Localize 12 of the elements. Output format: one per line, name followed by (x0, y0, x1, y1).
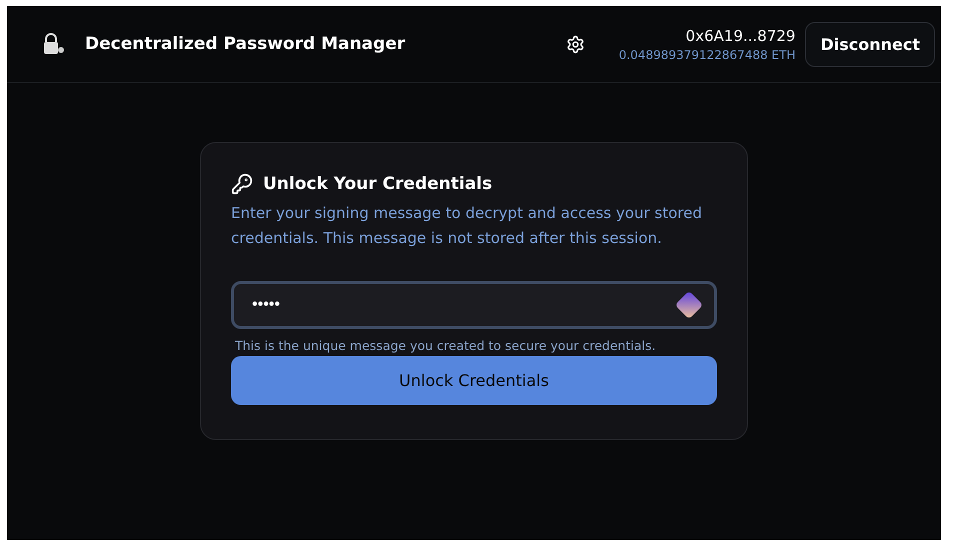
wallet-balance: 0.048989379122867488 ETH (618, 48, 796, 62)
settings-icon[interactable] (566, 34, 585, 54)
key-icon (231, 173, 253, 195)
signing-message-field[interactable]: ••••• (231, 281, 717, 329)
padlock-icon (41, 32, 65, 56)
unlock-button[interactable]: Unlock Credentials (231, 356, 717, 405)
field-hint: This is the unique message you created to secure your credentials. (235, 338, 657, 353)
card-title: Unlock Your Credentials (263, 174, 492, 194)
card-description: Enter your signing message to decrypt and access your stored credentials. This message is not stored after this session. (231, 203, 703, 249)
disconnect-button[interactable]: Disconnect (805, 22, 935, 66)
wallet-address: 0x6A19...8729 (686, 26, 796, 44)
app-title: Decentralized Password Manager (85, 34, 406, 54)
